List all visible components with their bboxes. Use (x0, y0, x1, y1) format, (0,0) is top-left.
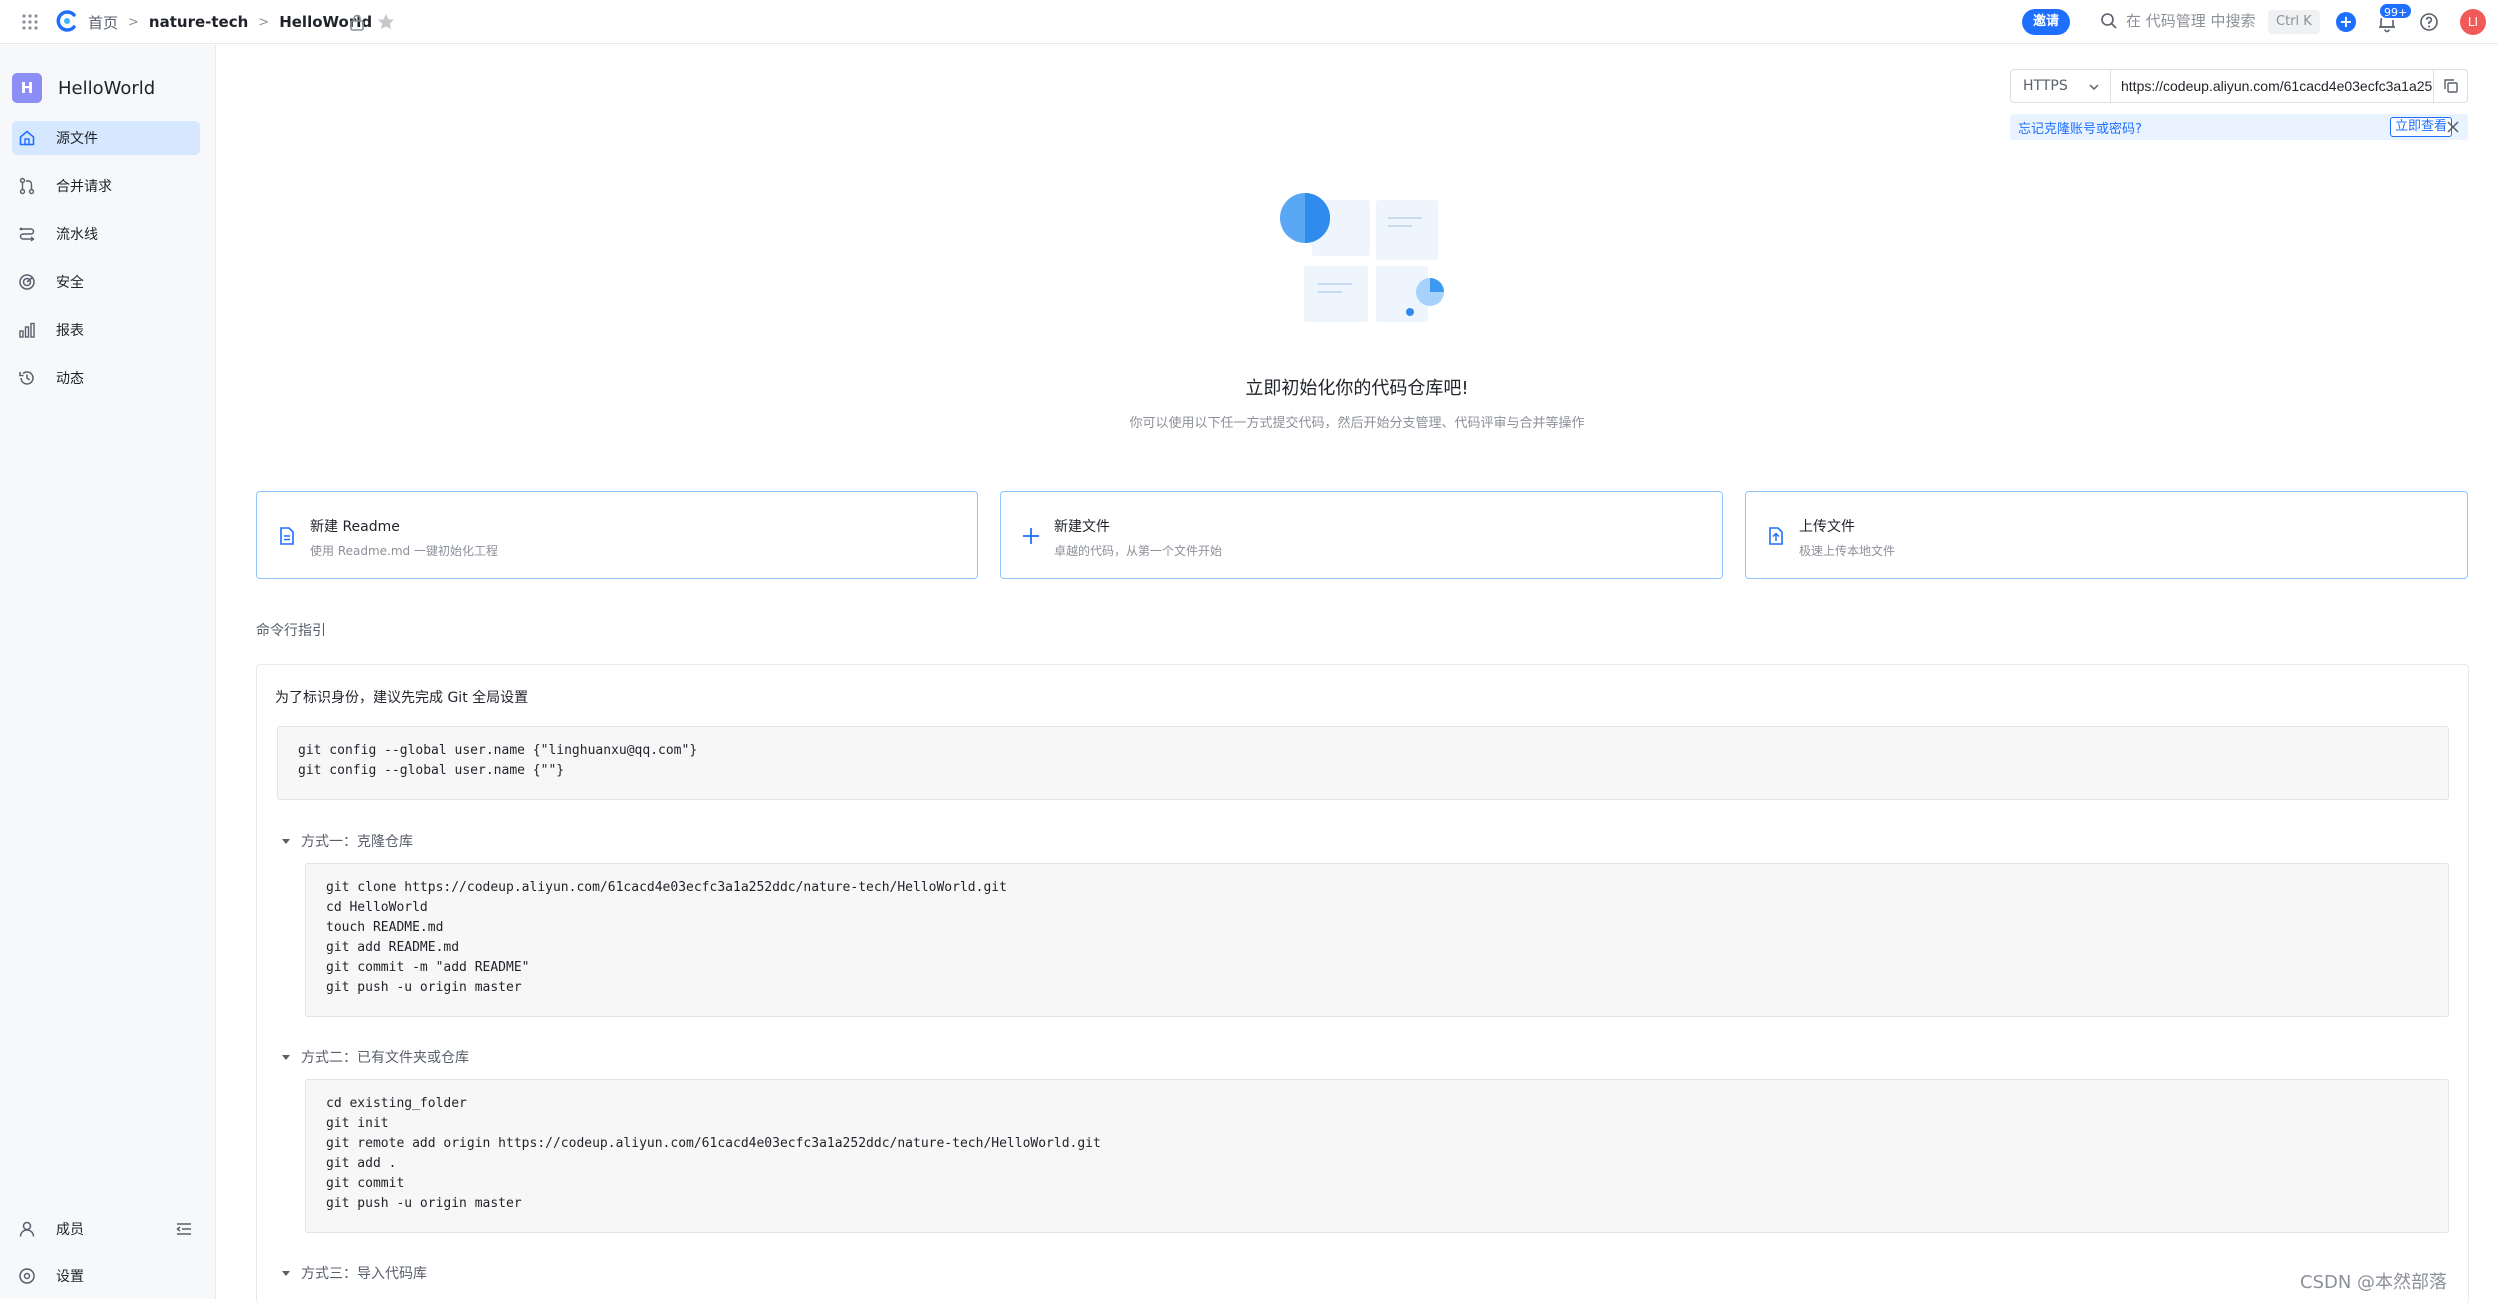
sidebar-item-label: 报表 (56, 323, 84, 339)
caret-down-icon (282, 839, 290, 844)
card-title: 新建 Readme (310, 519, 400, 535)
plus-icon (1023, 528, 1039, 544)
clone-code-block[interactable]: git clone https://codeup.aliyun.com/61ca… (305, 863, 2449, 1017)
clone-url-input[interactable]: https://codeup.aliyun.com/61cacd4e03ecfc… (2111, 78, 2433, 94)
breadcrumb-separator-icon: > (258, 14, 270, 30)
protocol-select[interactable]: HTTPS (2011, 70, 2111, 102)
user-icon (19, 1221, 35, 1237)
security-icon (19, 274, 35, 290)
search-icon[interactable] (2100, 12, 2118, 30)
sidebar-item-reports[interactable]: 报表 (12, 313, 200, 347)
sidebar-item-label: 成员 (56, 1222, 84, 1238)
sidebar-item-label: 合并请求 (56, 179, 112, 195)
invite-button[interactable]: 邀请 (2022, 9, 2070, 35)
existing-folder-code-block[interactable]: cd existing_folder git init git remote a… (305, 1079, 2449, 1233)
card-title: 新建文件 (1054, 519, 1110, 535)
sidebar: H HelloWorld 源文件 合并请求 流水线 安全 报表 动态 成员 设置 (0, 45, 216, 1299)
empty-state-title: 立即初始化你的代码仓库吧! (1245, 378, 1469, 399)
card-subtitle: 卓越的代码，从第一个文件开始 (1054, 544, 1223, 558)
new-readme-card[interactable]: 新建 Readme 使用 Readme.md 一键初始化工程 (256, 491, 978, 579)
sidebar-item-label: 源文件 (56, 131, 98, 147)
empty-state-subtitle: 你可以使用以下任一方式提交代码，然后开始分支管理、代码评审与合并等操作 (1129, 416, 1585, 431)
sidebar-item-source-files[interactable]: 源文件 (12, 121, 200, 155)
caret-down-icon (282, 1271, 290, 1276)
section-toggle[interactable]: 方式二：已有文件夹或仓库 (281, 1047, 469, 1067)
card-subtitle: 使用 Readme.md 一键初始化工程 (310, 544, 498, 558)
tip-text: 忘记克隆账号或密码? (2018, 121, 2142, 137)
sidebar-item-pipeline[interactable]: 流水线 (12, 217, 200, 251)
breadcrumb-home[interactable]: 首页 (88, 12, 118, 33)
copy-button[interactable] (2433, 70, 2467, 102)
sidebar-item-settings[interactable]: 设置 (12, 1259, 200, 1293)
star-icon[interactable] (376, 12, 396, 32)
breadcrumb: 首页 > nature-tech > HelloWorld (88, 0, 390, 44)
view-now-link[interactable]: 立即查看 (2390, 117, 2453, 137)
sidebar-item-security[interactable]: 安全 (12, 265, 200, 299)
app-grid-icon[interactable] (20, 12, 40, 32)
help-icon[interactable] (2418, 11, 2440, 33)
search-input[interactable]: 在 代码管理 中搜索 (2126, 0, 2256, 44)
shortcut-hint: Ctrl K (2268, 10, 2320, 34)
repo-name: HelloWorld (58, 77, 156, 99)
merge-request-icon (19, 177, 35, 195)
notification-badge: 99+ (2378, 2, 2414, 20)
section-toggle[interactable]: 方式一：克隆仓库 (281, 831, 413, 851)
sidebar-item-merge-requests[interactable]: 合并请求 (12, 169, 200, 203)
card-title: 上传文件 (1799, 519, 1855, 535)
card-subtitle: 极速上传本地文件 (1799, 544, 1896, 558)
codeup-logo-icon[interactable] (56, 10, 78, 32)
protocol-value: HTTPS (2023, 78, 2068, 94)
config-code-block[interactable]: git config --global user.name {"linghuan… (277, 726, 2449, 800)
readme-icon (280, 527, 294, 545)
section-title: 方式三：导入代码库 (301, 1266, 427, 1282)
chart-icon (19, 322, 35, 338)
guide-title: 命令行指引 (256, 623, 326, 639)
watermark: CSDN @本然部落 (2300, 1272, 2448, 1293)
sidebar-item-members[interactable]: 成员 (12, 1212, 200, 1246)
caret-down-icon (282, 1055, 290, 1060)
top-bar: 首页 > nature-tech > HelloWorld 邀请 在 代码管理 … (0, 0, 2498, 44)
user-avatar[interactable]: LI (2460, 9, 2486, 35)
guide-panel: 为了标识身份，建议先完成 Git 全局设置 git config --globa… (256, 664, 2469, 1304)
collapse-sidebar-icon[interactable] (174, 1219, 194, 1239)
section-toggle[interactable]: 方式三：导入代码库 (281, 1263, 427, 1283)
repo-avatar: H (12, 73, 42, 103)
home-icon (19, 130, 35, 146)
config-heading: 为了标识身份，建议先完成 Git 全局设置 (275, 690, 529, 706)
section-title: 方式一：克隆仓库 (301, 834, 413, 850)
sidebar-item-label: 设置 (56, 1269, 84, 1285)
breadcrumb-org[interactable]: nature-tech (149, 13, 248, 31)
close-icon[interactable] (2446, 120, 2460, 134)
upload-file-icon (1769, 527, 1783, 545)
breadcrumb-separator-icon: > (128, 14, 139, 30)
sidebar-nav: 源文件 合并请求 流水线 安全 报表 动态 (12, 121, 200, 409)
chevron-down-icon (2089, 84, 2099, 91)
clone-url-box: HTTPS https://codeup.aliyun.com/61cacd4e… (2010, 69, 2468, 103)
lock-icon (350, 14, 364, 31)
upload-file-card[interactable]: 上传文件 极速上传本地文件 (1745, 491, 2468, 579)
repo-header[interactable]: H HelloWorld (12, 73, 155, 103)
create-button[interactable]: + (2336, 12, 2356, 32)
section-title: 方式二：已有文件夹或仓库 (301, 1050, 469, 1066)
pipeline-icon (19, 227, 35, 242)
copy-icon (2443, 79, 2458, 93)
sidebar-item-label: 流水线 (56, 227, 98, 243)
gear-icon (19, 1268, 35, 1284)
credential-tip: 忘记克隆账号或密码? 立即查看 (2010, 114, 2468, 140)
new-file-card[interactable]: 新建文件 卓越的代码，从第一个文件开始 (1000, 491, 1723, 579)
sidebar-item-label: 安全 (56, 275, 84, 291)
empty-repo-illustration (1280, 193, 1444, 322)
